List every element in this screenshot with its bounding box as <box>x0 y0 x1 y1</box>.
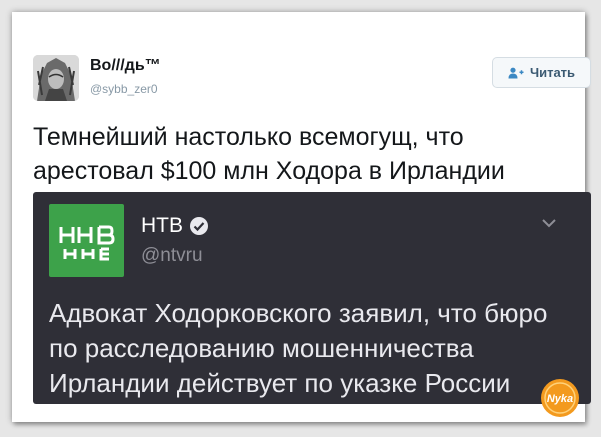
avatar-portrait-icon <box>33 55 79 101</box>
quoted-tweet[interactable]: НТВ @ntvru Адвокат Ходорковского заявил,… <box>33 192 591 404</box>
ntv-logo-icon <box>59 225 115 260</box>
watermark-label: Nyka <box>547 393 573 405</box>
verified-badge-icon <box>190 217 208 235</box>
tweet-text: Темнейший настолько всемогущ, что аресто… <box>33 123 505 185</box>
quoted-handle[interactable]: @ntvru <box>141 245 203 267</box>
add-user-icon <box>508 67 524 78</box>
follow-button[interactable]: Читать <box>492 57 591 88</box>
author-handle[interactable]: @sybb_zer0 <box>90 82 158 96</box>
chevron-down-icon[interactable] <box>540 216 558 230</box>
author-avatar[interactable] <box>33 55 79 101</box>
tweet-card: Bo///дь™ @sybb_zer0 Читать Темнейший нас… <box>12 12 591 422</box>
follow-button-label: Читать <box>529 65 576 80</box>
watermark-logo: Nyka <box>541 379 579 417</box>
author-name[interactable]: Bo///дь™ <box>90 57 161 75</box>
quoted-author[interactable]: НТВ <box>141 214 209 238</box>
quoted-tweet-text: Адвокат Ходорковского заявил, что бюро п… <box>49 298 548 398</box>
ntv-logo[interactable] <box>49 204 124 277</box>
quoted-author-name: НТВ <box>141 214 183 237</box>
